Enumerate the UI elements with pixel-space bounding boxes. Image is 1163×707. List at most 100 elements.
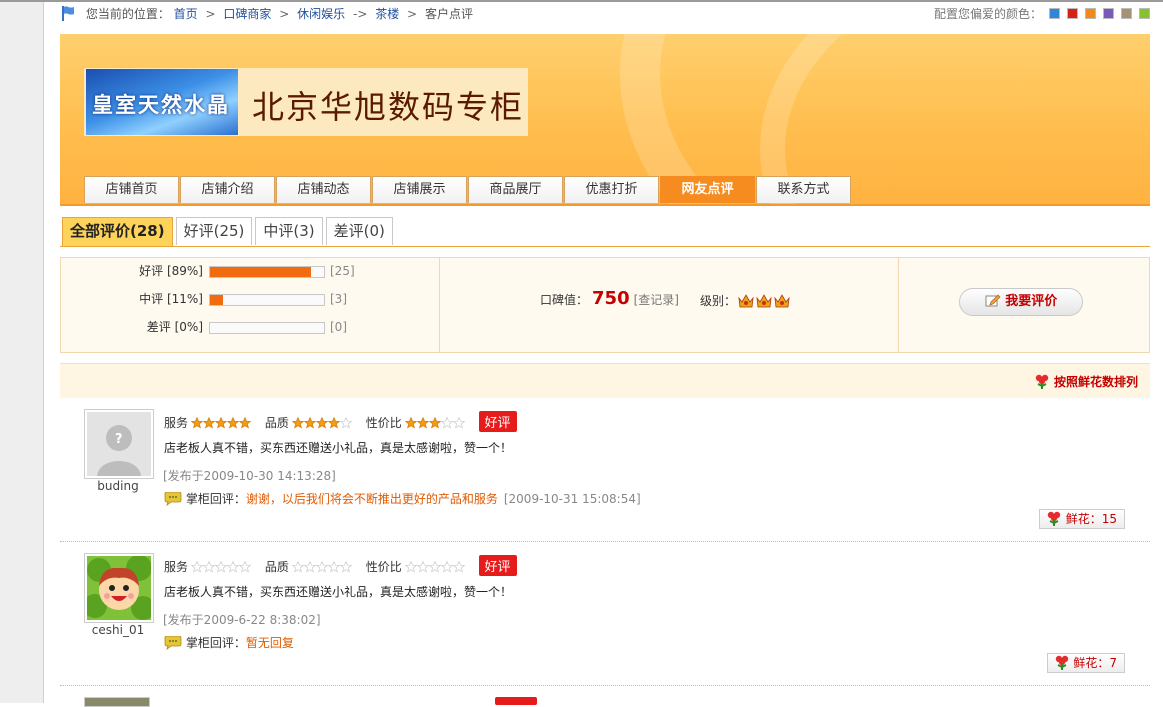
star-filled-icon [303,417,316,429]
color-swatch-khaki[interactable] [1121,8,1132,19]
reply-text: 谢谢，以后我们将会不断推出更好的产品和服务 [245,492,498,506]
owner-reply: 掌柜回评：谢谢，以后我们将会不断推出更好的产品和服务 [2009-10-31 15… [164,490,641,507]
star-filled-icon [215,417,228,429]
review-content: 店老板人真不错，买东西还赠送小礼品，真是太感谢啦，赞一个！ [164,441,513,455]
review-ratings: 服务 品质 性价比 好评 [164,555,517,576]
avatar[interactable] [84,697,150,707]
rating-row-label: 好评 [89%] [139,264,203,278]
flower-icon [1035,374,1048,389]
color-swatch-red[interactable] [1067,8,1078,19]
shop-logo: 皇室天然水晶 [86,69,238,135]
star-filled-icon [428,417,441,429]
star-empty-icon [327,561,340,573]
star-empty-icon [452,417,465,429]
reply-label: 掌柜回评： [185,492,246,506]
star-rating [291,417,352,432]
rating-quality: 品质 [265,560,352,574]
avatar[interactable]: ? [84,409,154,479]
flower-vote-button[interactable]: 鲜花：7 [1046,653,1125,673]
review-time: [发布于2009-6-22 8:38:02] [163,613,321,627]
svg-text:?: ? [115,432,123,447]
owner-reply: 掌柜回评：暂无回复 [164,634,294,651]
color-swatch-orange[interactable] [1085,8,1096,19]
rating-label: 性价比 [365,560,402,574]
rating-label: 品质 [264,416,289,430]
star-empty-icon [291,561,304,573]
rating-row-good: 好评 [89%] [25] [61,263,439,279]
star-filled-icon [327,417,340,429]
rating-row-count: [0] [330,320,347,334]
review-ratings: 服务 品质 性价比 好评 [164,411,517,432]
nav-tab-discounts[interactable]: 优惠打折 [564,176,659,203]
breadcrumb-sep: -> [352,7,368,21]
rating-bar [209,266,325,278]
rating-summary: 好评 [89%] [25] 中评 [11%] [3] 差评 [0%] [0] 口… [60,257,1150,353]
color-swatch-blue[interactable] [1049,8,1060,19]
review-type-badge: 好评 [478,411,517,432]
rating-value: 性价比 [366,416,465,430]
nav-tab-home[interactable]: 店铺首页 [84,176,179,203]
chat-bubble-icon [164,636,182,650]
reply-time: [2009-10-31 15:08:54] [503,492,641,506]
chat-bubble-icon [164,492,182,506]
review-username[interactable]: buding [82,479,154,493]
review-filter-tabs: 全部评价(28) 好评(25) 中评(3) 差评(0) [62,217,396,247]
star-empty-icon [452,561,465,573]
star-empty-icon [440,561,453,573]
color-swatch-purple[interactable] [1103,8,1114,19]
tab-good-reviews[interactable]: 好评(25) [175,217,253,245]
tab-neutral-reviews[interactable]: 中评(3) [255,217,323,245]
breadcrumb-teahouse[interactable]: 茶楼 [375,7,399,21]
reply-label: 掌柜回评： [185,636,246,650]
flower-count: 鲜花：7 [1073,656,1117,670]
review-divider [60,685,1150,686]
rating-row-count: [3] [330,292,347,306]
tabs-underline [60,246,1150,247]
rating-service: 服务 [164,416,252,430]
tab-all-reviews[interactable]: 全部评价(28) [62,217,173,247]
star-filled-icon [191,417,204,429]
shop-banner: 皇室天然水晶 北京华旭数码专柜 店铺首页 店铺介绍 店铺动态 店铺展示 商品展厅… [60,34,1150,206]
rating-row-bad: 差评 [0%] [0] [61,319,439,335]
rating-label: 性价比 [365,416,402,430]
color-picker-label: 配置您偏爱的颜色： [933,7,1042,21]
rating-row-neutral: 中评 [11%] [3] [61,291,439,307]
color-picker: 配置您偏爱的颜色： [934,4,1150,24]
flower-icon [1055,655,1068,670]
write-review-label: 我要评价 [1005,294,1058,309]
nav-tab-reviews[interactable]: 网友点评 [660,176,755,203]
write-review-button[interactable]: 我要评价 [959,288,1083,316]
nav-tab-showcase[interactable]: 店铺展示 [372,176,467,203]
breadcrumb-leisure[interactable]: 休闲娱乐 [297,7,345,21]
nav-tab-news[interactable]: 店铺动态 [276,176,371,203]
tab-bad-reviews[interactable]: 差评(0) [325,217,393,245]
sort-by-flowers-link[interactable]: 按照鲜花数排列 [1034,373,1138,390]
rating-distribution: 好评 [89%] [25] 中评 [11%] [3] 差评 [0%] [0] [61,258,440,352]
avatar[interactable] [83,553,155,623]
review-type-badge: 好评 [478,555,517,576]
nav-tab-contact[interactable]: 联系方式 [756,176,851,203]
nav-tab-products[interactable]: 商品展厅 [468,176,563,203]
reply-text: 暂无回复 [245,636,294,650]
star-filled-icon [203,417,216,429]
star-rating [404,561,465,576]
crown-icon [774,294,790,308]
shop-logo-box: 皇室天然水晶 北京华旭数码专柜 [84,68,528,136]
rating-label: 服务 [164,416,189,430]
flower-vote-button[interactable]: 鲜花：15 [1038,509,1125,529]
flower-count: 鲜花：15 [1065,512,1117,526]
rating-label: 品质 [264,560,289,574]
crown-icon [738,294,754,308]
nav-tab-intro[interactable]: 店铺介绍 [180,176,275,203]
flag-icon [62,6,74,21]
star-rating [191,561,252,576]
default-avatar-icon: ? [87,412,151,476]
reputation-record-link[interactable]: [查记录] [634,293,679,307]
breadcrumb-merchants[interactable]: 口碑商家 [223,7,271,21]
crown-icon [756,294,772,308]
review-username[interactable]: ceshi_01 [82,623,154,637]
breadcrumb-home[interactable]: 首页 [174,7,198,21]
star-filled-icon [227,417,240,429]
color-swatch-green[interactable] [1139,8,1150,19]
rating-row-label: 中评 [11%] [139,292,203,306]
